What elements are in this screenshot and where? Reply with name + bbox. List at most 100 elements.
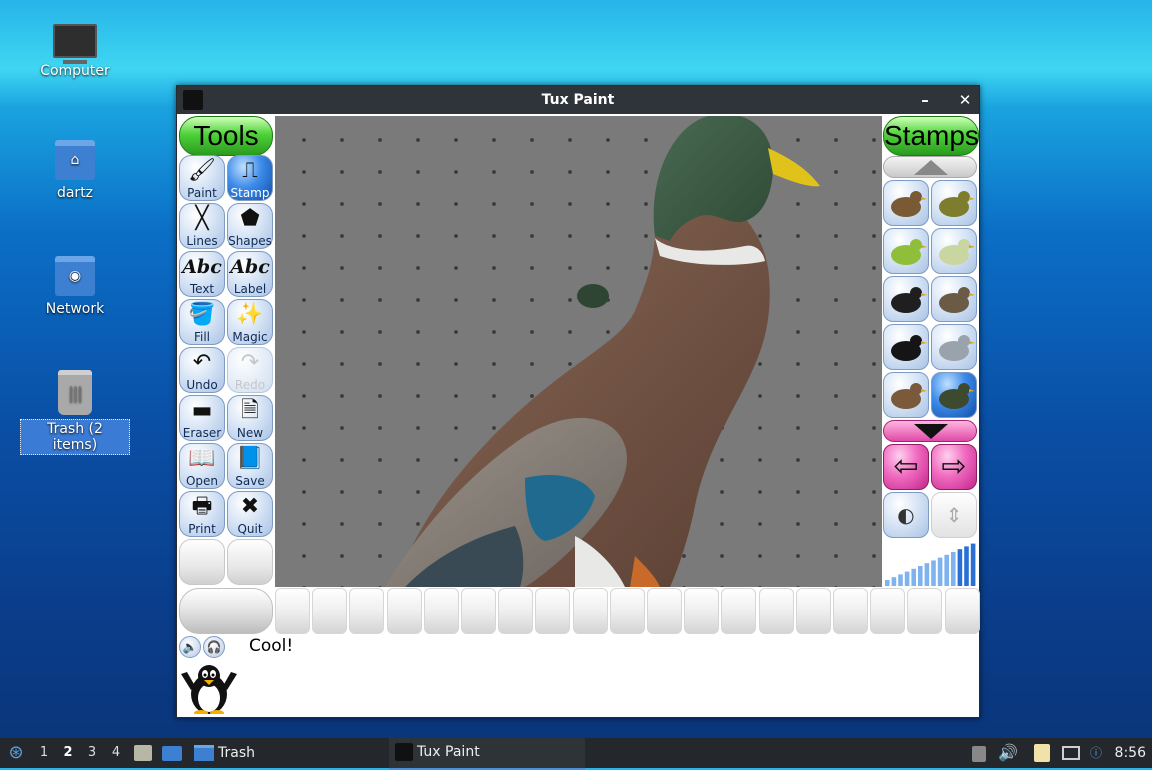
tool-paint-button[interactable]: 🖌 Paint — [179, 155, 225, 201]
color-swatch[interactable] — [833, 588, 868, 634]
desktop-icon-dartz[interactable]: ⌂ dartz — [20, 140, 130, 202]
color-swatch[interactable] — [275, 588, 310, 634]
toad-stamp-icon — [939, 191, 975, 217]
tool-eraser-button[interactable]: ▬ Eraser — [179, 395, 225, 441]
tool-magic-button[interactable]: ✨ Magic — [227, 299, 273, 345]
color-swatch[interactable] — [535, 588, 571, 634]
stamp-prev-button[interactable]: ⇦ — [883, 444, 929, 490]
sound-toggle-button[interactable]: 🔈 — [179, 636, 201, 658]
empty-tool-slot — [179, 539, 225, 585]
workspace-2[interactable]: 2 — [58, 738, 78, 768]
tool-stamp-button[interactable]: ⎍ Stamp — [227, 155, 273, 201]
stamp-flip-button: ⇕ — [931, 492, 977, 538]
color-swatch[interactable] — [572, 588, 608, 634]
size-step[interactable] — [964, 546, 969, 586]
close-button[interactable]: ✕ — [953, 88, 977, 112]
color-swatch[interactable] — [647, 588, 682, 634]
network-tray[interactable] — [1062, 738, 1082, 768]
color-swatch[interactable] — [349, 588, 385, 634]
color-swatch[interactable] — [758, 588, 794, 634]
workspace-1[interactable]: 1 — [34, 738, 54, 768]
color-swatch[interactable] — [312, 588, 348, 634]
tool-lines-button[interactable]: ╳ Lines — [179, 203, 225, 249]
removable-media-tray[interactable] — [972, 738, 988, 768]
color-swatch[interactable] — [907, 588, 943, 634]
tux-message: Cool! — [249, 636, 294, 656]
mirror-icon: ◐ — [897, 503, 915, 527]
stamps-scroll-up-button[interactable] — [883, 156, 977, 178]
trash-launcher[interactable]: Trash — [194, 738, 264, 768]
stamp-mirror-button[interactable]: ◐ — [883, 492, 929, 538]
color-swatch[interactable] — [609, 588, 645, 634]
size-step[interactable] — [904, 571, 910, 586]
frog-stamp-button[interactable] — [883, 180, 929, 226]
tool-quit-button[interactable]: ✖ Quit — [227, 491, 273, 537]
color-swatch[interactable] — [386, 588, 422, 634]
workspace-3[interactable]: 3 — [82, 738, 102, 768]
duck-stamp-button[interactable] — [931, 372, 977, 418]
size-step[interactable] — [944, 554, 949, 586]
tool-label-button[interactable]: Abc Label — [227, 251, 273, 297]
size-step[interactable] — [911, 568, 916, 586]
size-step[interactable] — [970, 543, 976, 586]
color-swatch[interactable] — [795, 588, 831, 634]
size-step[interactable] — [918, 566, 923, 586]
color-swatch[interactable] — [870, 588, 906, 634]
tool-fill-button[interactable]: 🪣 Fill — [179, 299, 225, 345]
color-swatch[interactable] — [461, 588, 496, 634]
size-step[interactable] — [898, 574, 903, 586]
heron-stamp-button[interactable] — [931, 228, 977, 274]
stamps-scroll-down-button[interactable] — [883, 420, 977, 442]
tool-label: New — [236, 426, 264, 440]
tool-print-button[interactable]: 🖶 Print — [179, 491, 225, 537]
notification-tray[interactable]: ⓘ — [1090, 738, 1110, 768]
workspace-4[interactable]: 4 — [106, 738, 126, 768]
color-swatch[interactable] — [944, 588, 980, 634]
tool-save-button[interactable]: 📘 Save — [227, 443, 273, 489]
start-menu-button[interactable]: ⊛ — [4, 738, 28, 768]
size-step[interactable] — [951, 552, 956, 586]
minimize-button[interactable]: – — [913, 88, 937, 112]
color-swatch[interactable] — [684, 588, 720, 634]
seal-stamp-button[interactable] — [883, 372, 929, 418]
size-step[interactable] — [885, 580, 890, 586]
parrot-stamp-button[interactable] — [883, 228, 929, 274]
crow-stamp-button[interactable] — [883, 324, 929, 370]
tool-text-button[interactable]: Abc Text — [179, 251, 225, 297]
stereo-toggle-button[interactable]: 🎧 — [203, 636, 225, 658]
stamp-size-slider[interactable] — [883, 540, 979, 586]
desktop-icon-trash[interactable]: ||| Trash (2 items) — [20, 370, 130, 455]
tool-new-button[interactable]: 🗎 New — [227, 395, 273, 441]
size-step[interactable] — [891, 577, 897, 586]
color-swatch[interactable] — [423, 588, 459, 634]
magic-wand-icon: ✨ — [236, 302, 264, 327]
size-step[interactable] — [957, 549, 963, 586]
window-titlebar[interactable]: Tux Paint – ✕ — [177, 86, 979, 114]
color-swatch[interactable] — [721, 588, 757, 634]
color-swatch[interactable] — [498, 588, 534, 634]
desktop-icon-network[interactable]: ◉ Network — [20, 256, 130, 318]
stamp-next-button[interactable]: ⇨ — [931, 444, 977, 490]
tool-shapes-button[interactable]: ⬟ Shapes — [227, 203, 273, 249]
size-step[interactable] — [937, 557, 943, 586]
hen-stamp-button[interactable] — [931, 276, 977, 322]
tool-label: Fill — [193, 330, 211, 344]
tool-open-button[interactable]: 📖 Open — [179, 443, 225, 489]
blackbird-stamp-button[interactable] — [883, 276, 929, 322]
clock[interactable]: 8:56 — [1115, 738, 1146, 768]
desktop-icon-computer[interactable]: Computer — [20, 24, 130, 80]
volume-tray[interactable]: 🔊 — [998, 738, 1018, 768]
toad-stamp-button[interactable] — [931, 180, 977, 226]
file-manager-launcher[interactable] — [134, 738, 154, 768]
tool-undo-button[interactable]: ↶ Undo — [179, 347, 225, 393]
size-step[interactable] — [924, 563, 930, 586]
show-desktop-button[interactable] — [162, 738, 182, 768]
task-title: Tux Paint — [417, 744, 480, 760]
crane-stamp-button[interactable] — [931, 324, 977, 370]
drawing-canvas[interactable] — [275, 116, 882, 587]
clipboard-tray[interactable] — [1034, 738, 1054, 768]
tool-label: Paint — [187, 186, 217, 200]
taskbar-task-tuxpaint[interactable]: Tux Paint — [389, 738, 585, 770]
network-folder-icon: ◉ — [55, 256, 95, 296]
size-step[interactable] — [931, 560, 936, 586]
